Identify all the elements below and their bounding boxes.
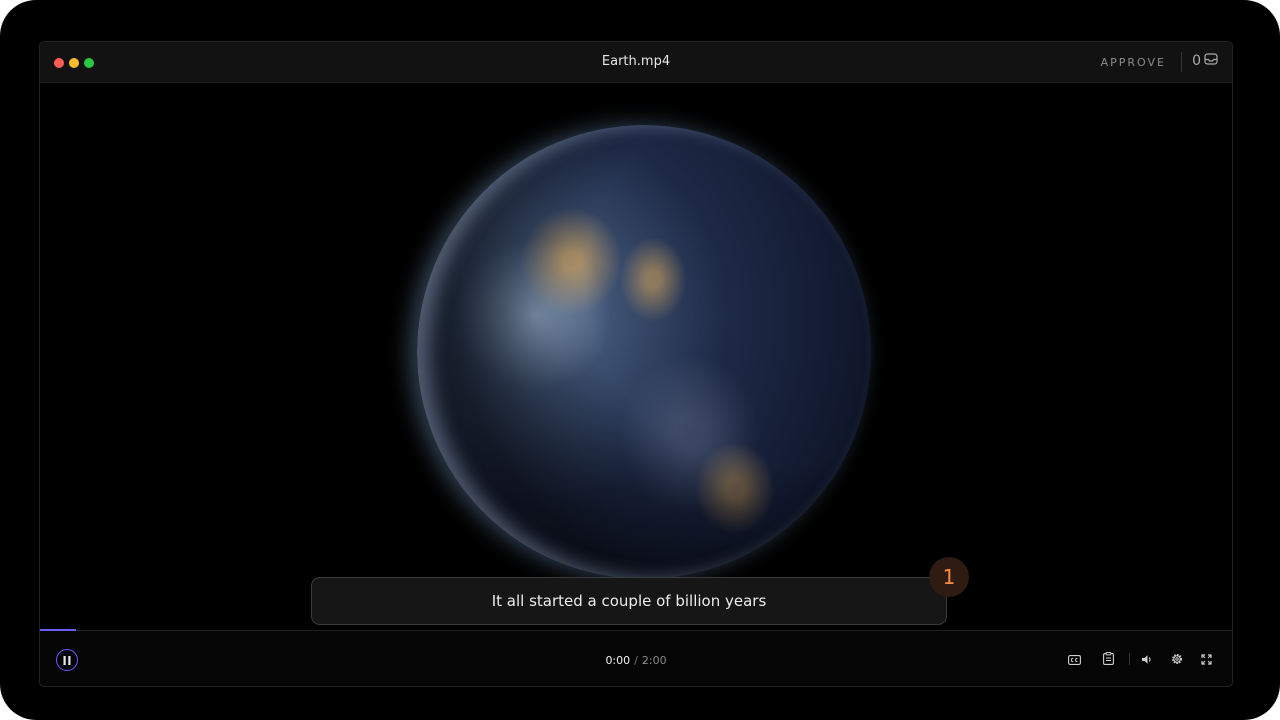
fullscreen-icon <box>1200 650 1212 669</box>
file-title: Earth.mp4 <box>601 54 671 69</box>
inbox-count: 0 <box>1192 53 1201 69</box>
fullscreen-button[interactable] <box>1198 651 1214 667</box>
volume-button[interactable] <box>1139 651 1155 667</box>
settings-icon <box>1171 650 1183 669</box>
video-area[interactable]: It all started a couple of billion years… <box>40 83 1232 630</box>
controls-divider <box>1129 653 1130 665</box>
device-frame: Earth.mp4 APPROVE 0 It all started a cou… <box>0 0 1280 720</box>
transcript-button[interactable] <box>1100 651 1116 667</box>
comment-marker-badge[interactable]: 1 <box>929 557 969 597</box>
subtitle-caption: It all started a couple of billion years <box>311 577 947 625</box>
closed-captions-icon <box>1067 650 1081 669</box>
current-time: 0:00 <box>605 654 631 667</box>
control-bar: 0:00/2:00 <box>40 631 1232 686</box>
title-bar: Earth.mp4 APPROVE 0 <box>40 42 1232 83</box>
clipboard-icon <box>1102 650 1114 669</box>
volume-icon <box>1141 650 1153 669</box>
earth-video-frame <box>417 125 871 579</box>
closed-captions-button[interactable] <box>1066 651 1082 667</box>
time-display: 0:00/2:00 <box>40 654 1232 667</box>
player-window: Earth.mp4 APPROVE 0 It all started a cou… <box>39 41 1233 687</box>
time-separator: / <box>634 654 638 667</box>
titlebar-divider <box>1181 52 1182 72</box>
settings-button[interactable] <box>1169 651 1185 667</box>
inbox-button[interactable]: 0 <box>1192 53 1218 69</box>
approve-button[interactable]: APPROVE <box>1101 56 1166 69</box>
duration: 2:00 <box>641 654 667 667</box>
inbox-icon <box>1204 53 1218 69</box>
